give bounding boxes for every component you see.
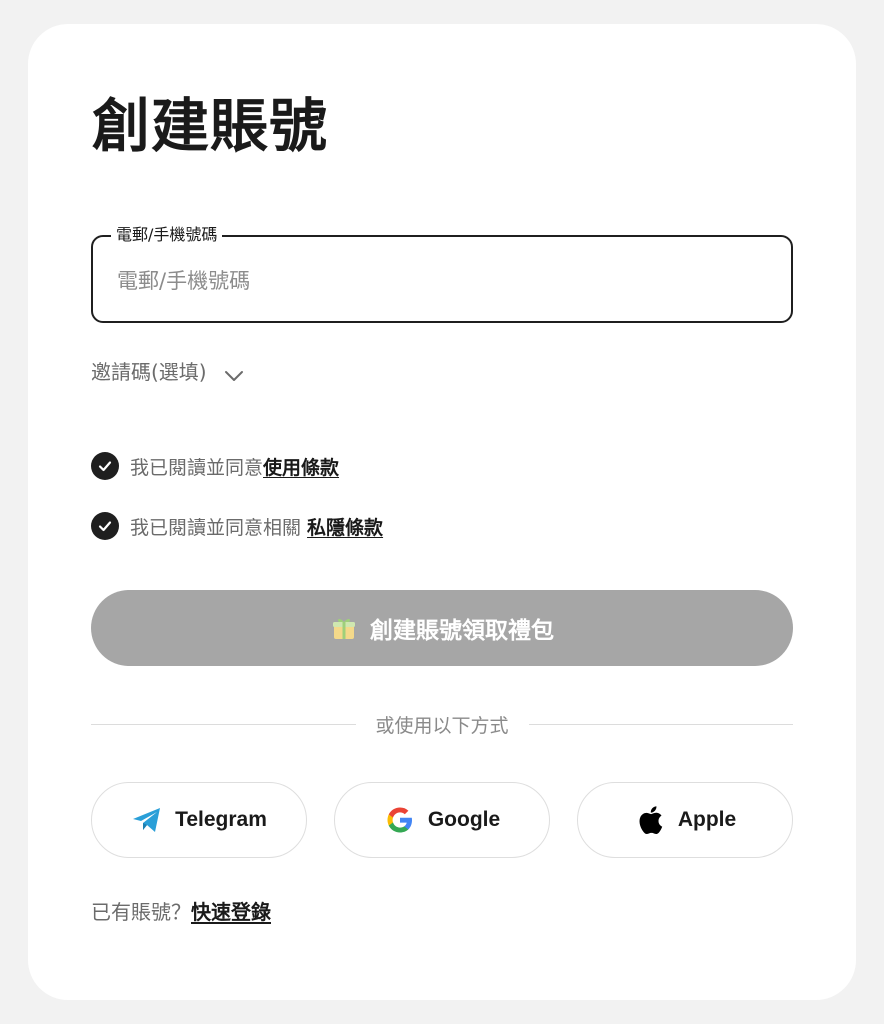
invite-code-toggle[interactable]: 邀請碼(選填) (91, 356, 245, 385)
divider-label: 或使用以下方式 (375, 714, 509, 737)
divider-line (528, 723, 794, 725)
privacy-agreement: 我已閱讀並同意相關 私隱條款 (91, 512, 383, 540)
signup-card: 創建賬號 電郵/手機號碼 邀請碼(選填) 我已閱讀並同意 使用條款 我已閱讀並同… (28, 24, 856, 1000)
account-field-label: 電郵/手機號碼 (111, 225, 223, 245)
create-account-label: 創建賬號領取禮包 (370, 618, 554, 644)
telegram-label: Telegram (175, 808, 267, 831)
check-circle-icon[interactable] (91, 452, 119, 480)
login-prompt: 已有賬號？快速登錄 (91, 896, 271, 925)
create-account-button[interactable]: 創建賬號領取禮包 (91, 590, 793, 666)
google-icon (384, 804, 416, 836)
chevron-down-icon (223, 364, 245, 381)
account-field[interactable]: 電郵/手機號碼 (91, 225, 793, 323)
login-prompt-text: 已有賬號？ (91, 900, 191, 924)
terms-of-use-link[interactable]: 使用條款 (263, 453, 339, 480)
telegram-icon (131, 804, 163, 836)
divider-line (91, 723, 356, 725)
privacy-policy-link[interactable]: 私隱條款 (307, 513, 383, 540)
gift-icon (330, 614, 358, 642)
check-circle-icon[interactable] (91, 512, 119, 540)
quick-login-link[interactable]: 快速登錄 (191, 900, 271, 924)
privacy-agreement-text: 我已閱讀並同意相關 (130, 516, 308, 539)
account-input[interactable] (117, 261, 757, 301)
telegram-login-button[interactable]: Telegram (91, 782, 307, 858)
invite-code-label: 邀請碼(選填) (91, 360, 207, 384)
google-login-button[interactable]: Google (334, 782, 550, 858)
terms-agreement: 我已閱讀並同意 使用條款 (91, 452, 339, 480)
google-label: Google (427, 808, 501, 831)
apple-login-button[interactable]: Apple (577, 782, 793, 858)
apple-label: Apple (677, 808, 737, 831)
page-title: 創建賬號 (92, 92, 329, 160)
apple-icon (634, 804, 666, 836)
terms-agreement-text: 我已閱讀並同意 (130, 456, 264, 479)
alt-login-divider: 或使用以下方式 (91, 712, 794, 737)
